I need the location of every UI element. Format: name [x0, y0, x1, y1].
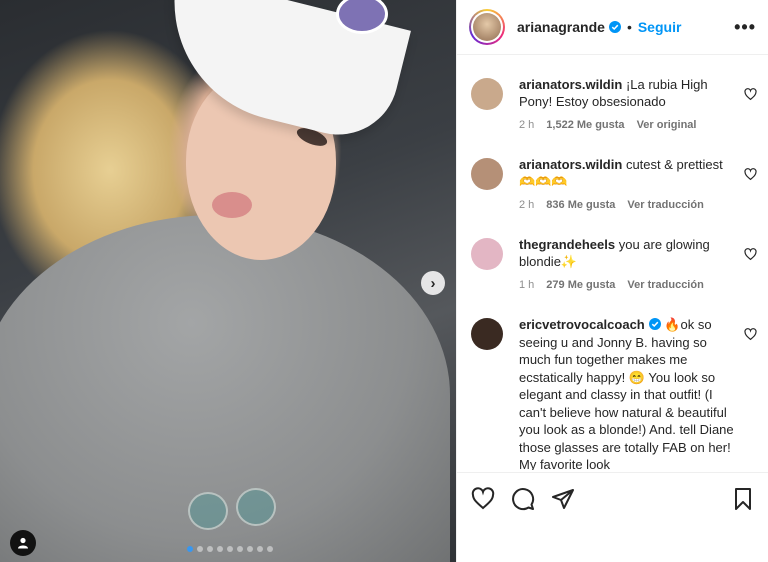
- comment-item: thegrandeheels you are glowing blondie✨ …: [471, 236, 761, 294]
- photo-lips: [212, 192, 252, 218]
- comment-likes[interactable]: 836 Me gusta: [546, 197, 615, 214]
- comment-likes[interactable]: 1,522 Me gusta: [546, 117, 624, 134]
- avatar[interactable]: [473, 13, 501, 41]
- carousel-dot: [237, 546, 243, 552]
- post-side-panel: arianagrande • Seguir ••• arianators.wil…: [456, 0, 768, 562]
- comment-item: arianators.wildin ¡La rubia High Pony! E…: [471, 76, 761, 134]
- more-options-icon[interactable]: •••: [734, 17, 756, 38]
- carousel-indicator: [187, 546, 273, 552]
- photo-glasses: [188, 488, 276, 530]
- comment-avatar[interactable]: [471, 158, 503, 190]
- carousel-dot: [227, 546, 233, 552]
- comment-time[interactable]: 2 h: [519, 117, 534, 134]
- story-ring[interactable]: [469, 9, 505, 45]
- comment-username[interactable]: ericvetrovocalcoach: [519, 317, 645, 332]
- bookmark-save-icon[interactable]: [732, 487, 754, 511]
- post-username[interactable]: arianagrande: [517, 19, 605, 35]
- carousel-dot: [267, 546, 273, 552]
- user-icon: [18, 537, 28, 549]
- verified-badge-icon: [608, 21, 621, 33]
- carousel-dot: [187, 546, 193, 552]
- carousel-dot: [197, 546, 203, 552]
- comment-username[interactable]: arianators.wildin: [519, 157, 622, 172]
- verified-badge-icon: [648, 318, 661, 330]
- comment-avatar[interactable]: [471, 238, 503, 270]
- comment-item: arianators.wildin cutest & prettiest 🫶🫶🫶…: [471, 156, 761, 214]
- comment-time[interactable]: 2 h: [519, 197, 534, 214]
- carousel-dot: [217, 546, 223, 552]
- follow-button[interactable]: Seguir: [638, 19, 682, 35]
- carousel-dot: [247, 546, 253, 552]
- instagram-post-view: › arianagrande • Seguir ••• arianators.w…: [0, 0, 768, 562]
- comment-translate-link[interactable]: Ver original: [637, 117, 697, 134]
- comment-avatar[interactable]: [471, 78, 503, 110]
- chevron-right-icon: ›: [430, 274, 436, 292]
- header-separator: •: [626, 19, 632, 35]
- comment-bubble-icon[interactable]: [511, 487, 535, 511]
- carousel-dot: [257, 546, 263, 552]
- post-photo[interactable]: ›: [0, 0, 456, 562]
- heart-icon[interactable]: [744, 88, 757, 101]
- post-actions-bar: [457, 472, 768, 524]
- comment-translate-link[interactable]: Ver traducción: [627, 277, 703, 294]
- heart-icon[interactable]: [744, 328, 757, 341]
- comment-likes[interactable]: 279 Me gusta: [546, 277, 615, 294]
- comment-username[interactable]: thegrandeheels: [519, 237, 615, 252]
- tagged-users-button[interactable]: [10, 530, 36, 556]
- like-heart-icon[interactable]: [471, 486, 495, 511]
- share-send-icon[interactable]: [551, 487, 575, 511]
- comment-avatar[interactable]: [471, 318, 503, 350]
- heart-icon[interactable]: [744, 248, 757, 261]
- carousel-next-button[interactable]: ›: [421, 271, 445, 295]
- comment-item: ericvetrovocalcoach 🔥ok so seeing u and …: [471, 316, 761, 470]
- comment-translate-link[interactable]: Ver traducción: [627, 197, 703, 214]
- carousel-dot: [207, 546, 213, 552]
- comment-time[interactable]: 1 h: [519, 277, 534, 294]
- heart-icon[interactable]: [744, 168, 757, 181]
- comment-text: 🔥ok so seeing u and Jonny B. having so m…: [519, 317, 734, 470]
- comments-list[interactable]: arianators.wildin ¡La rubia High Pony! E…: [457, 56, 768, 470]
- post-header: arianagrande • Seguir •••: [457, 0, 768, 55]
- comment-username[interactable]: arianators.wildin: [519, 77, 622, 92]
